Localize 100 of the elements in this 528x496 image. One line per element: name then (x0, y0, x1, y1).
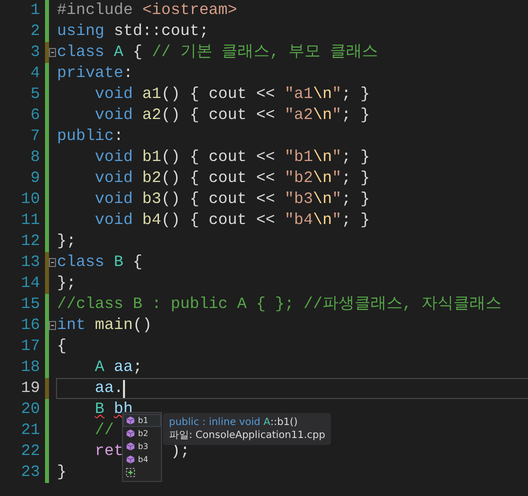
code-text: }; (57, 231, 76, 252)
collapse-icon[interactable] (49, 258, 56, 267)
string-literal: " (332, 210, 342, 231)
line-number: 9 (30, 168, 40, 189)
code-text: ; } (341, 168, 370, 189)
escape-sequence: \n (312, 105, 332, 126)
line-number: 16 (20, 315, 40, 336)
code-comment: //class B : public A { }; //파생클래스, 자식클래스 (57, 294, 502, 315)
escape-sequence: \n (312, 189, 332, 210)
keyword: class (57, 42, 104, 63)
preprocessor-directive: #include (57, 0, 133, 21)
signature-text: ::b1() (270, 416, 298, 429)
line-number: 10 (20, 189, 40, 210)
keyword: public (57, 126, 114, 147)
code-text: { (132, 42, 144, 63)
code-text: }; (57, 273, 76, 294)
line-number: 15 (20, 294, 40, 315)
variable-name: aa (94, 378, 114, 399)
cube-icon (126, 442, 135, 451)
code-text: : (123, 63, 133, 84)
escape-sequence: \n (312, 210, 332, 231)
line-number: 3 (30, 42, 40, 63)
code-text: ; } (341, 84, 370, 105)
code-text: () { cout << (161, 189, 276, 210)
signature-text: A (264, 416, 270, 429)
string-literal: "b3 (284, 189, 313, 210)
collapse-icon[interactable] (49, 321, 56, 330)
keyword: void (94, 84, 133, 105)
snippet-icon (126, 468, 135, 477)
code-comment: // (94, 420, 114, 441)
code-text: () { cout << (161, 147, 276, 168)
line-number: 23 (20, 462, 40, 483)
completion-item[interactable]: b2 (123, 427, 161, 440)
code-text: std::cout; (112, 21, 209, 42)
signature-text: public : inline void (169, 416, 262, 429)
keyword: int (57, 315, 86, 336)
string-literal: "a1 (284, 84, 313, 105)
code-text: () { cout << (161, 84, 276, 105)
function-name: main (94, 315, 133, 336)
code-text: . (114, 378, 124, 399)
keyword: void (94, 210, 133, 231)
completion-item[interactable]: b3 (123, 440, 161, 453)
escape-sequence: \n (312, 147, 332, 168)
code-text: () { cout << (161, 105, 276, 126)
line-number: 7 (30, 126, 40, 147)
completion-item[interactable]: b4 (123, 453, 161, 466)
escape-sequence: \n (312, 168, 332, 189)
line-number: 4 (30, 63, 40, 84)
line-number: 12 (20, 231, 40, 252)
line-number: 5 (30, 84, 40, 105)
code-text: () { cout << (161, 168, 276, 189)
code-text: ; } (341, 189, 370, 210)
completion-item[interactable]: b1 (123, 414, 161, 427)
code-text: ; } (341, 147, 370, 168)
cube-icon (126, 455, 135, 464)
escape-sequence: \n (312, 84, 332, 105)
line-number: 20 (20, 399, 40, 420)
code-text: ; (132, 357, 142, 378)
string-literal: " (332, 189, 342, 210)
line-number: 8 (30, 147, 40, 168)
collapse-icon[interactable] (49, 48, 56, 57)
function-name: b4 (141, 210, 162, 231)
code-text: { (57, 336, 66, 357)
keyword: void (94, 147, 133, 168)
type-name: B (112, 252, 124, 273)
keyword: class (57, 252, 104, 273)
line-number: 22 (20, 441, 40, 462)
function-name: b2 (141, 168, 162, 189)
variable-name: aa (112, 357, 133, 378)
code-comment: // 기본 클래스, 부모 클래스 (152, 42, 378, 63)
line-number: 18 (20, 357, 40, 378)
function-name: a2 (141, 105, 162, 126)
code-text: { (132, 252, 142, 273)
line-number: 19 (20, 378, 40, 399)
string-literal: " (332, 147, 342, 168)
string-literal: " (332, 105, 342, 126)
line-number: 1 (30, 0, 40, 21)
keyword: void (94, 168, 133, 189)
code-text: ; } (341, 105, 370, 126)
cube-icon (126, 416, 135, 425)
line-number: 21 (20, 420, 40, 441)
string-literal: " (332, 168, 342, 189)
cube-icon (126, 429, 135, 438)
string-literal: "a2 (284, 105, 313, 126)
code-text: () { cout << (161, 210, 276, 231)
string-literal: "b2 (284, 168, 313, 189)
keyword: void (94, 105, 133, 126)
line-number: 2 (30, 21, 40, 42)
type-name: B (94, 399, 104, 420)
code-text: : (114, 126, 124, 147)
line-number: 6 (30, 105, 40, 126)
type-name: A (112, 42, 124, 63)
string-literal: "b1 (284, 147, 313, 168)
text-cursor (123, 380, 125, 398)
function-name: b1 (141, 147, 162, 168)
string-literal: "b4 (284, 210, 313, 231)
keyword: using (57, 21, 104, 42)
keyword: private (57, 63, 124, 84)
function-name: b3 (141, 189, 162, 210)
file-name: 파일: ConsoleApplication11.cpp (169, 429, 326, 442)
